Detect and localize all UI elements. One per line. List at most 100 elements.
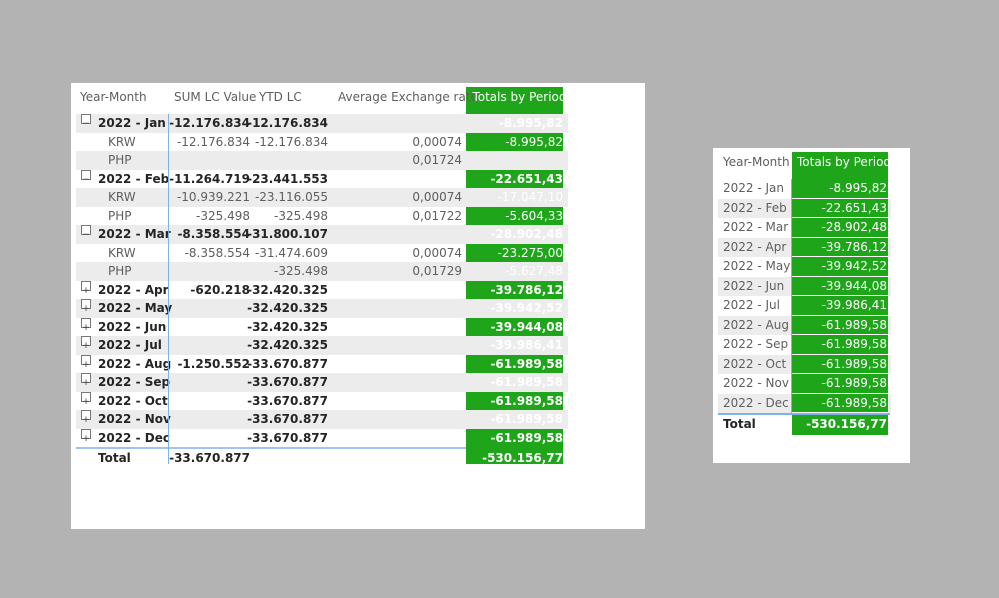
matrix-group-row[interactable]: +2022 - Nov -33.670.877 -61.989,58 xyxy=(76,410,568,429)
summary-row-label: 2022 - Mar xyxy=(723,220,789,234)
totals-cell: -22.651,43 xyxy=(490,171,563,186)
matrix-group-row[interactable]: −2022 - Feb -11.264.719 -23.441.553 -22.651… xyxy=(76,169,568,189)
expand-icon[interactable]: + xyxy=(81,336,91,351)
avg-rate-cell: 0,00074 xyxy=(412,190,462,204)
matrix-table: Year-Month SUM LC Value YTD LC Average E… xyxy=(76,87,568,468)
expand-icon[interactable]: + xyxy=(81,410,91,425)
matrix-child-row[interactable]: KRW -8.358.554 -31.474.609 0,00074 -23.275,0… xyxy=(76,244,568,263)
matrix-group-row[interactable]: +2022 - Aug -1.250.552 -33.670.877 -61.989,… xyxy=(76,354,568,374)
matrix-child-row[interactable]: PHP -325.498 0,01729 -5.627,48 xyxy=(76,262,568,281)
row-label: 2022 - Jul xyxy=(98,338,162,352)
summary-row[interactable]: 2022 - Mar -28.902,48 xyxy=(718,218,891,238)
totals-cell: -5.604,33 xyxy=(505,208,563,223)
summary-row-label: 2022 - Oct xyxy=(723,356,787,371)
collapse-icon[interactable]: − xyxy=(81,114,91,129)
expand-icon[interactable]: + xyxy=(81,428,91,444)
ytd-lc-cell: -31.474.609 xyxy=(254,245,328,260)
ytd-lc-cell: -33.670.877 xyxy=(247,430,328,445)
summary-row-total: -39.942,52 xyxy=(821,259,887,273)
totals-cell: -61.989,58 xyxy=(490,375,563,389)
summary-row[interactable]: 2022 - Dec -61.989,58 xyxy=(718,393,891,413)
avg-rate-cell: 0,01724 xyxy=(412,153,462,167)
collapse-icon[interactable]: − xyxy=(81,225,91,240)
expand-icon[interactable]: + xyxy=(81,299,91,314)
matrix-group-row[interactable]: +2022 - Jun -32.420.325 -39.944,08 xyxy=(76,317,568,337)
expand-icon[interactable]: + xyxy=(81,354,91,370)
summary-header-totals-by-period[interactable]: Totals by Period xyxy=(797,152,891,173)
row-label: KRW xyxy=(108,245,136,260)
totals-cell: -39.786,12 xyxy=(490,282,563,297)
expand-icon[interactable]: + xyxy=(81,373,91,388)
totals-cell: -8.995,82 xyxy=(498,116,563,130)
ytd-lc-cell: -325.498 xyxy=(274,208,328,223)
matrix-group-row[interactable]: +2022 - Oct -33.670.877 -61.989,58 xyxy=(76,391,568,411)
sum-lc-cell: -325.498 xyxy=(196,208,250,223)
sum-lc-cell: -10.939.221 xyxy=(176,190,250,204)
row-header-separator xyxy=(168,114,169,464)
summary-row[interactable]: 2022 - Aug -61.989,58 xyxy=(718,315,891,335)
summary-row-total: -61.989,58 xyxy=(821,317,887,332)
matrix-group-row[interactable]: −2022 - Jan -12.176.834 -12.176.834 -8.995,… xyxy=(76,114,568,133)
summary-row-total: -61.989,58 xyxy=(821,337,887,351)
matrix-group-row[interactable]: −2022 - Mar -8.358.554 -31.800.107 -28.902,… xyxy=(76,225,568,244)
sum-lc-cell: -11.264.719 xyxy=(169,171,250,186)
ytd-lc-cell: -23.116.055 xyxy=(254,190,328,204)
summary-row[interactable]: 2022 - Oct -61.989,58 xyxy=(718,354,891,374)
avg-rate-cell: 0,00074 xyxy=(412,245,462,260)
avg-rate-cell: 0,01729 xyxy=(412,264,462,278)
sum-lc-cell: -620.218 xyxy=(190,282,250,297)
ytd-lc-cell: -33.670.877 xyxy=(247,356,328,371)
summary-row[interactable]: 2022 - May -39.942,52 xyxy=(718,257,891,277)
row-label: 2022 - May xyxy=(98,301,173,315)
summary-total-value: -530.156,77 xyxy=(806,417,887,431)
totals-cell: -61.989,58 xyxy=(490,356,563,371)
total-sum-lc: -33.670.877 xyxy=(169,451,250,465)
summary-header-year-month[interactable]: Year-Month xyxy=(723,152,790,173)
summary-row[interactable]: 2022 - Jun -39.944,08 xyxy=(718,276,891,296)
row-label: 2022 - Dec xyxy=(98,430,170,445)
matrix-group-row[interactable]: +2022 - Sep -33.670.877 -61.989,58 xyxy=(76,373,568,392)
summary-row[interactable]: 2022 - Jan -8.995,82 xyxy=(718,179,891,199)
ytd-lc-cell: -33.670.877 xyxy=(247,412,328,426)
matrix-child-row[interactable]: KRW -10.939.221 -23.116.055 0,00074 -17.047,… xyxy=(76,188,568,207)
collapse-icon[interactable]: − xyxy=(81,169,91,185)
total-label: Total xyxy=(98,451,131,465)
matrix-group-row[interactable]: +2022 - May -32.420.325 -39.942,52 xyxy=(76,299,568,318)
header-ytd-lc[interactable]: YTD LC xyxy=(259,87,302,114)
header-average-exchange-rate[interactable]: Average Exchange rate xyxy=(338,87,478,114)
totals-cell: -23.275,00 xyxy=(497,245,563,260)
matrix-group-row[interactable]: +2022 - Dec -33.670.877 -61.989,58 xyxy=(76,428,568,448)
matrix-group-row[interactable]: +2022 - Jul -32.420.325 -39.986,41 xyxy=(76,336,568,355)
row-label: KRW xyxy=(108,190,136,204)
totals-cell: -61.989,58 xyxy=(490,412,563,426)
expand-icon[interactable]: + xyxy=(81,391,91,407)
matrix-child-row[interactable]: PHP -325.498 -325.498 0,01722 -5.604,33 xyxy=(76,207,568,226)
totals-cell: -8.995,82 xyxy=(505,134,563,149)
total-totals-cell: -530.156,77 xyxy=(482,451,563,465)
matrix-visual[interactable]: Year-Month SUM LC Value YTD LC Average E… xyxy=(71,83,645,529)
summary-table-visual[interactable]: Year-Month Totals by Period 2022 - Jan -8… xyxy=(713,148,910,463)
summary-row-total: -61.989,58 xyxy=(821,395,887,410)
expand-icon[interactable]: + xyxy=(81,317,91,333)
matrix-body: −2022 - Jan -12.176.834 -12.176.834 -8.995,… xyxy=(76,114,568,468)
sum-lc-cell: -12.176.834 xyxy=(176,134,250,149)
summary-row-label: 2022 - Dec xyxy=(723,395,789,410)
summary-row-label: 2022 - Apr xyxy=(723,239,787,254)
sum-lc-cell: -12.176.834 xyxy=(169,116,250,130)
expand-icon[interactable]: + xyxy=(81,280,91,296)
header-totals-by-period[interactable]: Totals by Period xyxy=(471,87,568,114)
summary-row-total: -39.786,12 xyxy=(821,239,887,254)
summary-row[interactable]: 2022 - Nov -61.989,58 xyxy=(718,374,891,394)
summary-row[interactable]: 2022 - Feb -22.651,43 xyxy=(718,198,891,218)
matrix-child-row[interactable]: PHP 0,01724 xyxy=(76,151,568,170)
summary-row[interactable]: 2022 - Jul -39.986,41 xyxy=(718,296,891,316)
header-sum-lc-value[interactable]: SUM LC Value xyxy=(174,87,256,114)
row-label: KRW xyxy=(108,134,136,149)
matrix-child-row[interactable]: KRW -12.176.834 -12.176.834 0,00074 -8.995,8… xyxy=(76,133,568,152)
summary-row-label: 2022 - Feb xyxy=(723,200,787,215)
summary-row[interactable]: 2022 - Apr -39.786,12 xyxy=(718,237,891,257)
summary-row[interactable]: 2022 - Sep -61.989,58 xyxy=(718,335,891,355)
header-year-month[interactable]: Year-Month xyxy=(80,87,147,114)
summary-row-total: -39.986,41 xyxy=(821,298,887,312)
matrix-group-row[interactable]: +2022 - Apr -620.218 -32.420.325 -39.786,12 xyxy=(76,280,568,300)
